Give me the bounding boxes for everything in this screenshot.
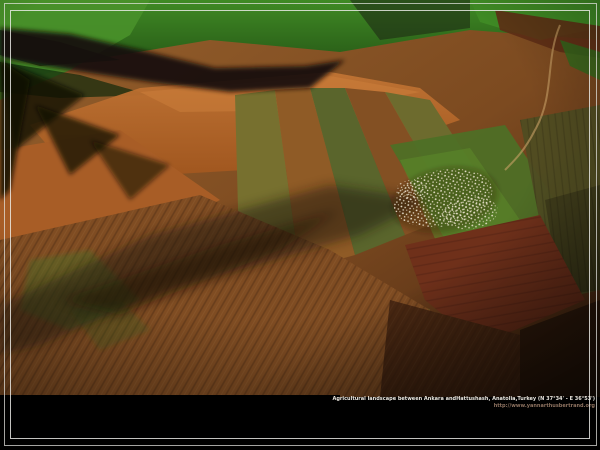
caption-url: http://www.yannarthusbertrand.org <box>332 403 595 410</box>
aerial-photograph <box>0 0 600 450</box>
wallpaper-stage: Agricultural landscape between Ankara an… <box>0 0 600 450</box>
vignette <box>0 0 600 397</box>
photo-caption: Agricultural landscape between Ankara an… <box>332 396 595 410</box>
caption-title: Agricultural landscape between Ankara an… <box>332 396 595 403</box>
